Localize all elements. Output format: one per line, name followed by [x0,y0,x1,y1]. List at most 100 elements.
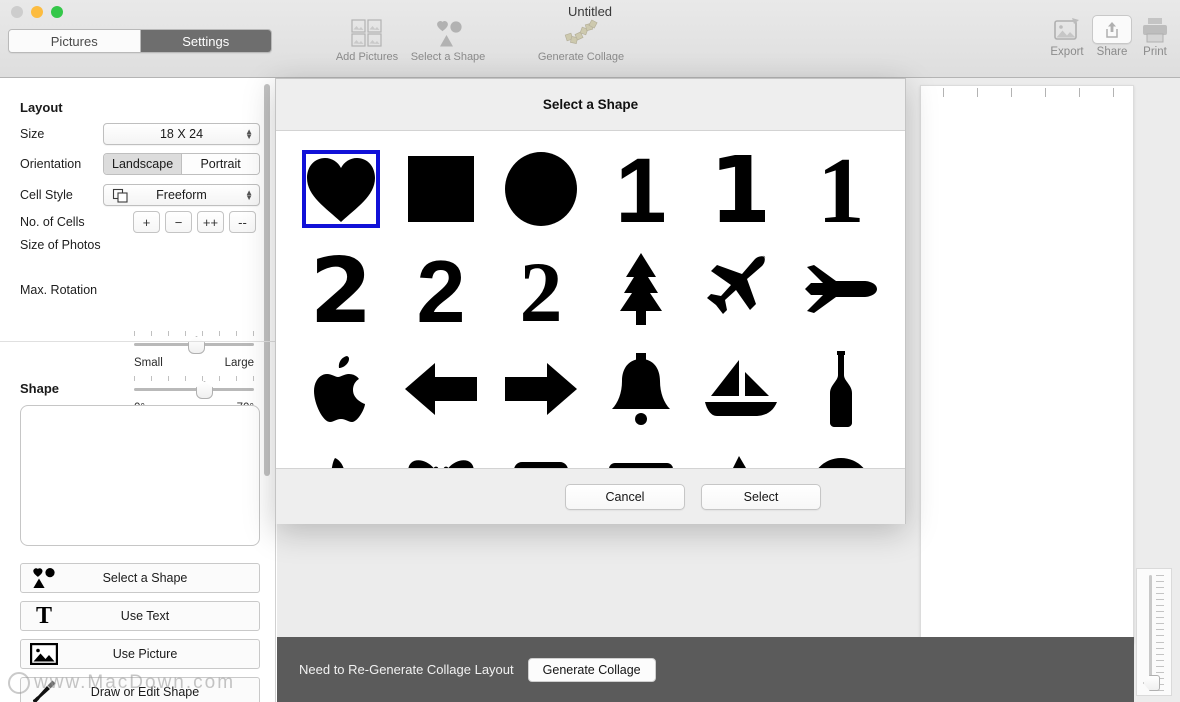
no-of-cells-label-wrap: No. of Cells [20,215,85,229]
select-shape-button-label: Select a Shape [102,571,188,585]
shape-option-partial-shape-1[interactable] [291,439,391,468]
size-slider-max-label: Large [224,357,254,369]
size-of-photos-label-wrap: Size of Photos [20,238,101,252]
shape-option-pine-tree[interactable] [591,239,691,339]
chevron-updown-icon: ▲ ▼ [245,127,253,141]
shape-option-sailboat[interactable] [691,339,791,439]
chevron-updown-icon-2: ▲ ▼ [245,188,253,202]
shape-picker-scroll[interactable]: 1 1 1 2 2 2 [276,131,905,468]
cancel-button[interactable]: Cancel [565,483,685,510]
size-of-photos-slider[interactable]: Small Large [134,331,254,369]
zoom-slider-ticks [1156,575,1164,691]
share-icon [1092,14,1132,44]
remove-cell-button[interactable]: − [165,211,192,233]
select-shape-button[interactable]: Select a Shape [20,563,260,593]
share-icon-wrap [1092,14,1132,44]
select-button[interactable]: Select [701,483,821,510]
orientation-portrait[interactable]: Portrait [181,154,259,174]
shape-option-partial-shape-4[interactable] [591,439,691,468]
orientation-landscape[interactable]: Landscape [104,154,182,174]
size-slider-knob[interactable] [188,336,205,354]
add-pictures-icon [350,18,384,48]
shape-option-bottle[interactable] [791,339,891,439]
collage-canvas[interactable] [920,85,1134,643]
layout-section-title: Layout [20,100,63,115]
dialog-footer: Cancel Select [276,468,905,524]
svg-text:2: 2 [416,252,465,326]
shape-option-digit-one-c[interactable]: 1 [791,139,891,239]
shape-option-airplane-diagonal[interactable] [691,239,791,339]
max-rotation-label-wrap: Max. Rotation [20,283,97,297]
size-of-photos-label: Size of Photos [20,238,101,252]
shape-option-apple-logo[interactable] [291,339,391,439]
title-bar: Untitled Pictures Settings Add Pictures … [0,0,1180,78]
shape-option-circle[interactable] [491,139,591,239]
status-bar: Need to Re-Generate Collage Layout Gener… [277,637,1134,702]
rotation-slider-ticks [134,376,254,382]
max-rotation-slider[interactable]: 0° 70° [134,376,254,414]
svg-text:1: 1 [817,150,864,228]
cell-style-label: Cell Style [20,188,73,202]
add-cell-button[interactable]: + [133,211,160,233]
sidebar-scrollbar[interactable] [264,84,270,476]
view-switcher[interactable]: Pictures Settings [8,29,272,53]
generate-collage-icon [559,18,603,48]
draw-edit-shape-button[interactable]: Draw or Edit Shape [20,677,260,702]
rotation-slider-track [134,388,254,391]
shape-option-bell[interactable] [591,339,691,439]
generate-collage-button[interactable]: Generate Collage [527,657,656,682]
size-select[interactable]: 18 X 24 ▲ ▼ [103,123,260,145]
canvas-ruler-ticks [921,86,1135,97]
shape-option-digit-two-c[interactable]: 2 [491,239,591,339]
svg-text:2: 2 [313,252,369,326]
cell-style-select[interactable]: Freeform ▲ ▼ [103,184,260,206]
use-text-button[interactable]: T Use Text [20,601,260,631]
shape-option-digit-one-a[interactable]: 1 [591,139,691,239]
cell-style-label-wrap: Cell Style [20,188,73,202]
toolbar-share-label: Share [1096,46,1128,58]
cell-style-value: Freeform [156,188,207,202]
size-value: 18 X 24 [159,127,204,141]
select-shape-dialog: Select a Shape 1 1 1 2 2 2 Cancel Select [275,78,906,524]
toolbar-print[interactable]: Print [1128,14,1180,58]
shape-preview-box[interactable] [20,405,260,546]
shape-grid: 1 1 1 2 2 2 [276,131,905,468]
shape-option-digit-one-b[interactable]: 1 [691,139,791,239]
tab-settings[interactable]: Settings [139,30,271,52]
shape-option-partial-shape-6[interactable] [791,439,891,468]
select-shape-icon [431,18,465,48]
orientation-label: Orientation [20,157,82,171]
size-label-wrap: Size [20,127,44,141]
picture-icon [21,643,67,665]
toolbar-generate-collage[interactable]: Generate Collage [531,18,631,63]
toolbar-select-shape[interactable]: Select a Shape [398,18,498,63]
shape-option-airplane-side[interactable] [791,239,891,339]
shape-option-partial-shape-3[interactable] [491,439,591,468]
tab-pictures[interactable]: Pictures [9,30,140,52]
toolbar-select-shape-label: Select a Shape [410,51,486,63]
shape-section-title: Shape [20,381,60,396]
cells-icon [112,188,130,207]
shape-option-arrow-left[interactable] [391,339,491,439]
shape-section-title-wrap: Shape [20,381,59,396]
shape-option-butterfly[interactable] [391,439,491,468]
orientation-segmented[interactable]: Landscape Portrait [103,153,260,175]
add-many-cells-button[interactable]: ++ [197,211,224,233]
no-of-cells-label: No. of Cells [20,215,85,229]
shape-option-heart[interactable] [291,139,391,239]
rotation-slider-knob[interactable] [196,381,213,399]
shape-option-digit-two-a[interactable]: 2 [291,239,391,339]
shape-option-arrow-right[interactable] [491,339,591,439]
use-picture-button[interactable]: Use Picture [20,639,260,669]
shape-option-partial-shape-5[interactable] [691,439,791,468]
text-t-icon: T [35,602,52,629]
zoom-slider-knob[interactable] [1143,675,1160,691]
dialog-header: Select a Shape [276,79,905,131]
zoom-slider[interactable] [1136,568,1172,696]
sidebar-divider [0,341,275,342]
use-picture-button-label: Use Picture [112,647,178,661]
shape-option-square[interactable] [391,139,491,239]
toolbar-export-label: Export [1050,46,1084,58]
shape-option-digit-two-b[interactable]: 2 [391,239,491,339]
remove-many-cells-button[interactable]: -- [229,211,256,233]
